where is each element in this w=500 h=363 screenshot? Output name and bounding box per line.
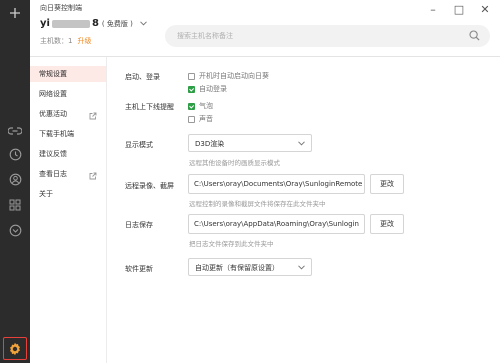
update-label: 软件更新 [125, 265, 153, 273]
startup-label: 启动、登录 [125, 73, 160, 81]
autologin-option[interactable]: 自动登录 [188, 84, 227, 94]
autologin-checkbox[interactable] [188, 85, 195, 93]
clock-icon[interactable] [6, 145, 24, 163]
sound-checkbox[interactable] [188, 115, 195, 123]
host-count: 主机数：1 [40, 37, 73, 45]
account-name-end: 8 [91, 18, 99, 29]
log-hint: 把日志文件保存到此文件夹中 [189, 240, 274, 248]
bubble-checkbox[interactable] [188, 102, 195, 110]
chevron-down-icon [298, 264, 305, 272]
chevron-down-icon [139, 19, 147, 28]
upgrade-link[interactable]: 升级 [77, 37, 91, 45]
external-link-icon [89, 170, 97, 186]
update-mode-select[interactable]: 自动更新（有保留原设置） [188, 258, 312, 276]
maximize-button[interactable]: □ [452, 2, 466, 16]
gear-icon [10, 342, 20, 355]
app-title: 向日葵控制端 [40, 4, 82, 12]
recording-hint: 远程控制的录像和截屏文件将保存在此文件夹中 [189, 200, 326, 208]
autostart-option[interactable]: 开机时自动启动向日葵 [188, 71, 269, 81]
sound-option[interactable]: 声音 [188, 114, 213, 124]
search-input[interactable] [177, 30, 447, 42]
search-icon[interactable] [469, 30, 480, 43]
search-box [165, 25, 490, 47]
log-change-button[interactable]: 更改 [370, 214, 404, 234]
log-path-field[interactable]: C:\Users\oray\AppData\Roaming\Oray\Sunlo… [188, 214, 365, 234]
menu-item-feedback[interactable]: 建议反馈 [30, 146, 106, 162]
account-name-start: yi [40, 18, 50, 29]
menu-item-promotions[interactable]: 优惠活动 [30, 106, 106, 122]
bubble-option[interactable]: 气泡 [188, 101, 213, 111]
account-switcher[interactable]: yi 8 ( 免费版 ) [40, 18, 147, 29]
close-button[interactable]: ✕ [478, 2, 492, 16]
external-link-icon [89, 110, 97, 126]
settings-button[interactable] [3, 337, 27, 360]
add-icon[interactable] [6, 4, 24, 22]
menu-item-network[interactable]: 网络设置 [30, 86, 106, 102]
minimize-button[interactable]: – [426, 2, 440, 16]
user-icon[interactable] [6, 170, 24, 188]
recording-change-button[interactable]: 更改 [370, 174, 404, 194]
box-icon[interactable] [6, 221, 24, 239]
grid-icon[interactable] [6, 196, 24, 214]
host-count-line: 主机数：1 升级 [40, 36, 91, 46]
display-mode-select[interactable]: D3D渲染 [188, 134, 312, 152]
menu-item-view-logs[interactable]: 查看日志 [30, 166, 106, 182]
menu-item-about[interactable]: 关于 [30, 186, 106, 202]
menu-item-general[interactable]: 常规设置 [30, 66, 106, 82]
settings-menu: 常规设置 网络设置 优惠活动 下载手机端 建议反馈 查看日志 关于 [30, 66, 106, 202]
menu-item-mobile-download[interactable]: 下载手机端 [30, 126, 106, 142]
log-label: 日志保存 [125, 221, 153, 229]
online-alert-label: 主机上下线提醒 [125, 103, 174, 111]
edition-label: ( 免费版 ) [101, 19, 133, 28]
account-name-redacted [51, 19, 90, 28]
link-icon[interactable] [6, 122, 24, 140]
menu-divider [106, 57, 107, 363]
display-mode-hint: 远程其他设备时的画质显示模式 [189, 159, 280, 167]
autostart-checkbox[interactable] [188, 72, 195, 80]
recording-path-field[interactable]: C:\Users\oray\Documents\Oray\SunloginRem… [188, 174, 365, 194]
header-divider [30, 56, 500, 57]
left-rail [0, 0, 30, 363]
chevron-down-icon [298, 140, 305, 148]
display-mode-label: 显示模式 [125, 141, 153, 149]
recording-label: 远程录像、截屏 [125, 182, 174, 190]
